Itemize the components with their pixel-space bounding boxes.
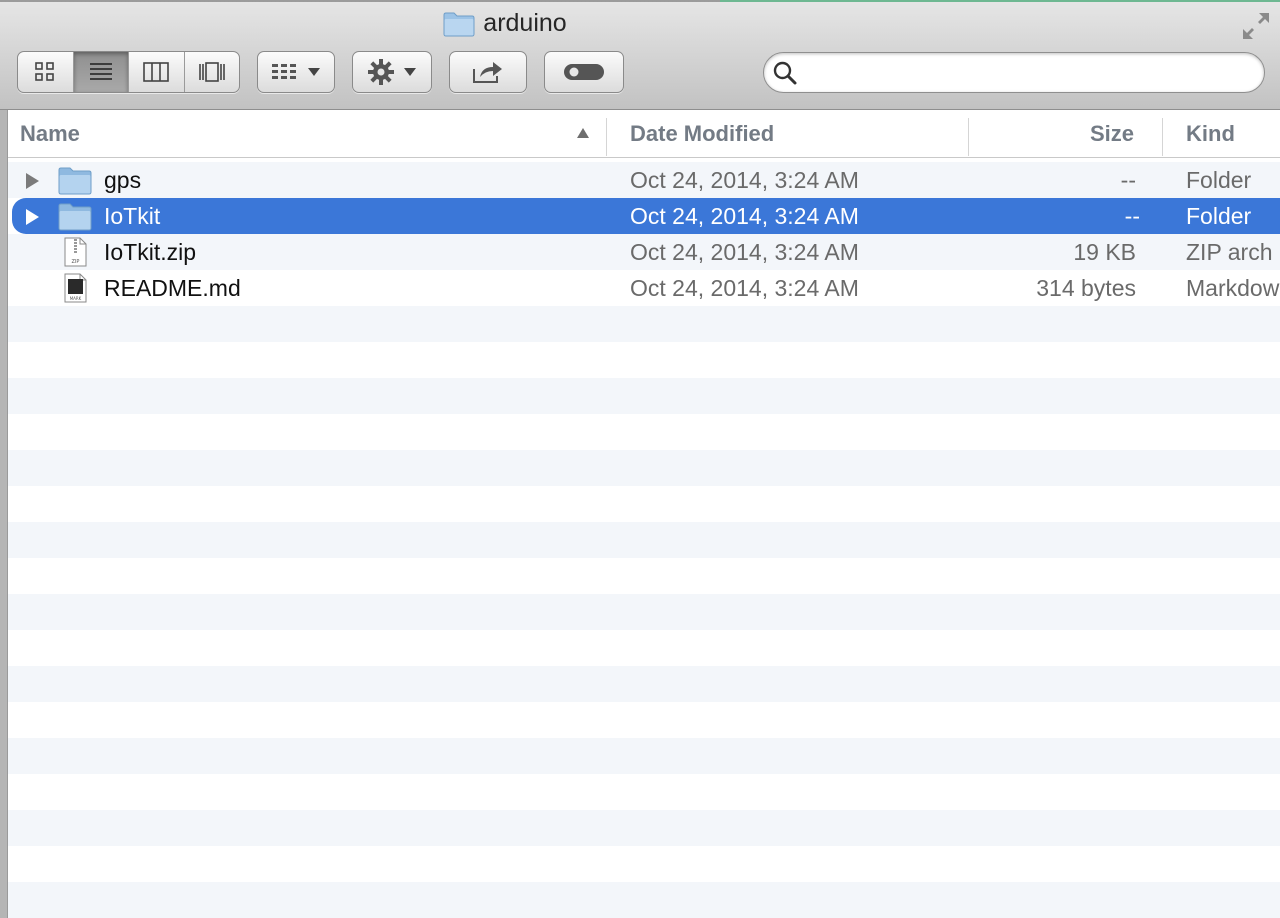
- file-date-modified: Oct 24, 2014, 3:24 AM: [630, 239, 859, 265]
- tags-button[interactable]: [544, 51, 624, 93]
- disclosure-triangle-icon[interactable]: [24, 208, 40, 226]
- zip-file-icon: ZIP: [64, 237, 87, 267]
- cover-flow-icon: [198, 62, 225, 82]
- table-row-selected[interactable]: IoTkit Oct 24, 2014, 3:24 AM -- Folder: [12, 198, 1280, 234]
- file-list: Name Date Modified Size Kind gps Oct 24,…: [0, 110, 1280, 918]
- arrange-grid-icon: [272, 64, 296, 79]
- share-button[interactable]: [449, 51, 527, 93]
- cover-flow-view-button[interactable]: [185, 52, 240, 92]
- file-kind: ZIP arch: [1186, 239, 1273, 265]
- sidebar-edge: [0, 110, 8, 918]
- chevron-down-icon: [404, 68, 416, 76]
- file-name: README.md: [104, 275, 241, 301]
- toggle-pill-icon: [564, 64, 604, 80]
- window-toolbar: arduino: [0, 0, 1280, 110]
- file-size: --: [1120, 167, 1136, 193]
- columns-icon: [143, 62, 170, 82]
- column-view-button[interactable]: [129, 52, 185, 92]
- arrange-button[interactable]: [257, 51, 335, 93]
- file-date-modified: Oct 24, 2014, 3:24 AM: [630, 167, 859, 193]
- column-header-date-modified[interactable]: Date Modified: [630, 110, 774, 157]
- table-row[interactable]: MARK README.md Oct 24, 2014, 3:24 AM 314…: [8, 270, 1280, 306]
- folder-icon: [443, 11, 475, 37]
- column-divider[interactable]: [606, 118, 607, 156]
- share-arrow-icon: [473, 62, 502, 83]
- file-name: IoTkit: [104, 203, 161, 229]
- chevron-down-icon: [308, 68, 320, 76]
- table-row[interactable]: ZIP IoTkit.zip Oct 24, 2014, 3:24 AM 19 …: [8, 234, 1280, 270]
- file-date-modified: Oct 24, 2014, 3:24 AM: [630, 275, 859, 301]
- file-size: 19 KB: [1073, 239, 1136, 265]
- window-title-text: arduino: [483, 9, 567, 37]
- gear-icon: [368, 59, 394, 85]
- svg-text:MARK: MARK: [70, 296, 82, 301]
- column-divider[interactable]: [1162, 118, 1163, 156]
- markdown-file-icon: MARK: [64, 273, 87, 303]
- folder-icon: [58, 203, 92, 231]
- icon-grid-icon: [35, 62, 55, 81]
- file-kind: Folder: [1186, 167, 1252, 193]
- file-date-modified: Oct 24, 2014, 3:24 AM: [630, 203, 859, 229]
- file-size: 314 bytes: [1036, 275, 1136, 301]
- file-kind: Markdow: [1186, 275, 1280, 301]
- search-field[interactable]: [763, 52, 1265, 93]
- view-mode-segmented-control: [17, 51, 240, 93]
- window-title: arduino: [0, 9, 1010, 38]
- search-input[interactable]: [804, 60, 1264, 85]
- list-view-button[interactable]: [73, 52, 129, 92]
- titlebar-edge: [0, 0, 1280, 2]
- action-button[interactable]: [352, 51, 432, 93]
- disclosure-triangle-icon[interactable]: [24, 172, 40, 190]
- icon-view-button[interactable]: [18, 52, 74, 92]
- file-kind: Folder: [1186, 203, 1252, 229]
- sort-ascending-icon[interactable]: [576, 127, 590, 139]
- folder-icon: [58, 167, 92, 195]
- file-name: IoTkit.zip: [104, 239, 197, 265]
- column-header-size[interactable]: Size: [1090, 110, 1134, 157]
- column-divider[interactable]: [968, 118, 969, 156]
- table-row[interactable]: gps Oct 24, 2014, 3:24 AM -- Folder: [8, 162, 1280, 198]
- magnifier-icon: [773, 61, 797, 84]
- column-header-kind[interactable]: Kind: [1186, 110, 1235, 157]
- list-lines-icon: [89, 63, 112, 80]
- fullscreen-arrows-icon[interactable]: [1240, 10, 1272, 42]
- column-header-name[interactable]: Name: [20, 110, 80, 157]
- file-size: --: [1124, 203, 1140, 229]
- svg-text:ZIP: ZIP: [72, 259, 80, 265]
- list-header: Name Date Modified Size Kind: [8, 110, 1280, 158]
- file-rows: gps Oct 24, 2014, 3:24 AM -- Folder IoTk…: [8, 162, 1280, 918]
- file-name: gps: [104, 167, 142, 193]
